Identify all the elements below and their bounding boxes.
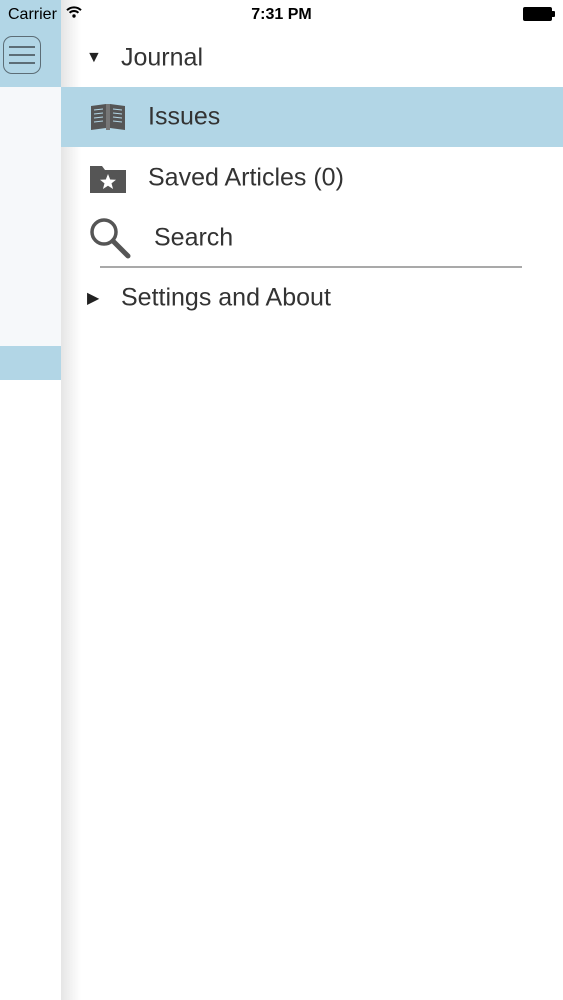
hamburger-line bbox=[9, 54, 35, 56]
status-bar: Carrier 7:31 PM bbox=[0, 0, 563, 28]
expanded-triangle-icon: ▼ bbox=[86, 49, 102, 66]
magnifier-icon bbox=[90, 218, 131, 259]
menu-item-label: Saved Articles (0) bbox=[148, 163, 344, 192]
menu-item-issues[interactable]: Issues bbox=[61, 87, 563, 147]
open-book-icon bbox=[91, 104, 125, 130]
section-label-journal: Journal bbox=[121, 43, 203, 72]
hamburger-menu-icon[interactable] bbox=[3, 36, 41, 74]
menu-item-search[interactable]: Search bbox=[61, 208, 563, 268]
menu-item-label: Search bbox=[154, 223, 234, 252]
collapsed-triangle-icon: ▶ bbox=[87, 290, 100, 307]
menu-item-saved-articles[interactable]: Saved Articles (0) bbox=[61, 148, 563, 208]
menu-item-label: Issues bbox=[148, 102, 221, 131]
background-app-selected-row[interactable] bbox=[0, 346, 61, 380]
background-app-content bbox=[0, 380, 61, 1000]
hamburger-line bbox=[9, 46, 35, 48]
hamburger-line bbox=[9, 62, 35, 64]
status-time: 7:31 PM bbox=[251, 6, 312, 23]
folder-star-icon bbox=[90, 166, 126, 193]
section-header-settings-and-about[interactable]: ▶ Settings and About bbox=[61, 268, 563, 328]
battery-icon bbox=[523, 7, 555, 21]
section-label-settings-and-about: Settings and About bbox=[121, 283, 331, 312]
section-header-journal[interactable]: ▼ Journal bbox=[61, 28, 563, 88]
